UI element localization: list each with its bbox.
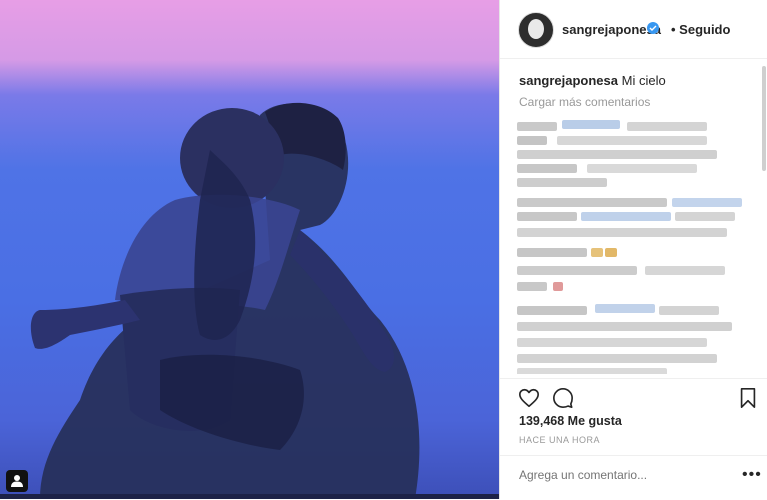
user-tag-icon[interactable] [6,470,28,492]
post-header: sangrejaponesa • Seguido [500,0,767,59]
comments-list-blurred [517,112,749,374]
comment-bubble-icon[interactable] [552,387,574,409]
follow-status-button[interactable]: • Seguido [671,22,730,37]
post-sidebar: sangrejaponesa • Seguido sangrejaponesa … [499,0,767,499]
caption-text: Mi cielo [621,73,666,88]
avatar[interactable] [518,12,554,48]
caption-username[interactable]: sangrejaponesa [519,73,618,88]
blurred-comment [517,122,557,131]
blurred-comment [517,266,637,275]
likes-count[interactable]: 139,468 Me gusta [519,414,622,428]
post-photo[interactable] [0,0,499,499]
instagram-post-modal: sangrejaponesa • Seguido sangrejaponesa … [0,0,767,499]
comment-input[interactable] [519,468,709,482]
heart-icon[interactable] [518,387,540,409]
verified-badge-icon [647,22,659,34]
post-timestamp: HACE UNA HORA [519,435,601,445]
load-more-comments-link[interactable]: Cargar más comentarios [519,95,650,109]
blurred-comment [517,198,667,207]
header-username[interactable]: sangrejaponesa [562,22,661,37]
more-options-button[interactable]: ••• [742,466,762,484]
photo-bottom-edge [0,494,499,499]
blurred-comment [517,306,587,315]
comments-scrollbar[interactable] [762,66,766,171]
bookmark-icon[interactable] [737,387,759,409]
silhouette-image [30,102,420,499]
caption: sangrejaponesa Mi cielo [519,73,666,88]
blurred-comment [517,248,587,257]
action-bar [500,378,767,415]
add-comment-bar: ••• [500,455,767,500]
